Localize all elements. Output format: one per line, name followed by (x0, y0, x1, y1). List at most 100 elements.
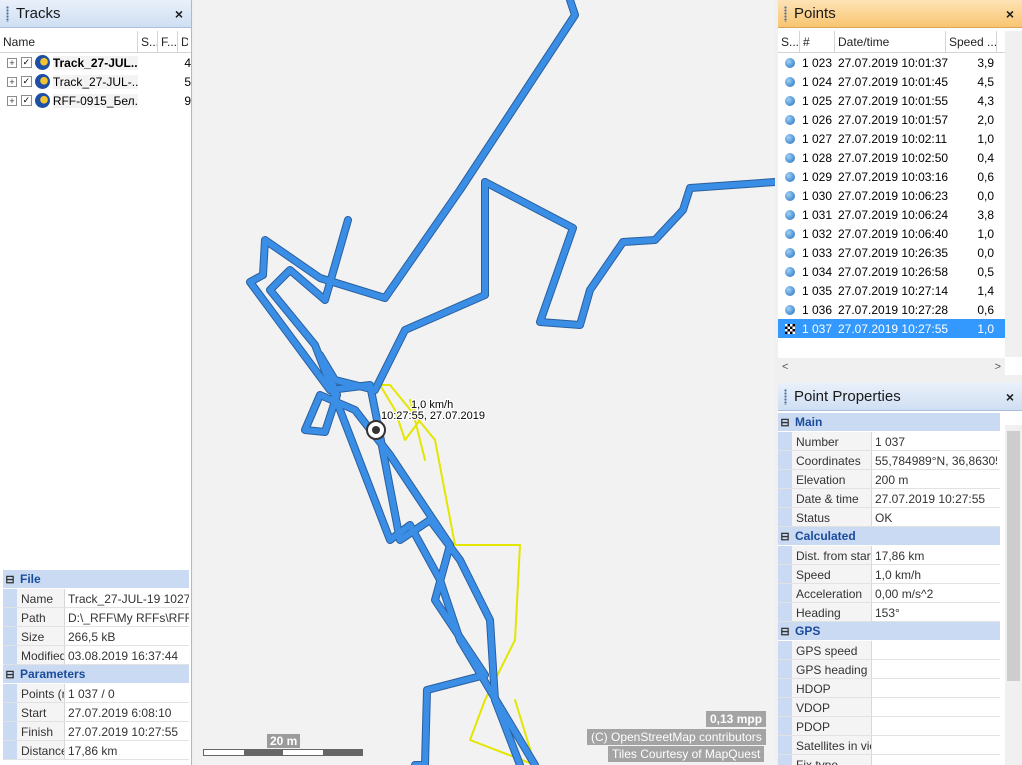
point-row[interactable]: 1 035 27.07.2019 10:27:14 1,4 (778, 281, 1022, 300)
col-f[interactable]: F... (158, 31, 178, 52)
category-gps[interactable]: ⊟ GPS (778, 622, 1000, 641)
point-row[interactable]: 1 033 27.07.2019 10:26:35 0,0 (778, 243, 1022, 262)
property-row[interactable]: Dist. from start 17,86 km (778, 546, 1000, 565)
property-value[interactable] (872, 660, 997, 678)
scroll-right-icon[interactable]: > (995, 361, 1001, 373)
point-row[interactable]: 1 032 27.07.2019 10:06:40 1,0 (778, 224, 1022, 243)
point-row[interactable]: 1 027 27.07.2019 10:02:11 1,0 (778, 129, 1022, 148)
collapse-icon[interactable]: ⊟ (778, 530, 792, 543)
visible-checkbox[interactable]: ✓ (20, 57, 32, 68)
property-value[interactable]: 0,00 m/s^2 (872, 584, 997, 602)
property-value[interactable]: 27.07.2019 10:27:55 (65, 722, 189, 740)
property-value[interactable]: 55,784989°N, 36,863057 (872, 451, 997, 469)
property-row[interactable]: Name Track_27-JUL-19 10275 (3, 589, 189, 608)
property-row[interactable]: PDOP (778, 717, 1000, 736)
property-value[interactable]: 200 m (872, 470, 997, 488)
property-value[interactable] (872, 755, 997, 765)
map-view[interactable]: 1,0 km/h 10:27:55, 27.07.2019 0,13 mpp (… (195, 0, 775, 765)
property-row[interactable]: Modified 03.08.2019 16:37:44 (3, 646, 189, 665)
point-row[interactable]: 1 031 27.07.2019 10:06:24 3,8 (778, 205, 1022, 224)
track-row[interactable]: + ✓ Track_27-JUL-... 5 (0, 72, 191, 91)
point-row[interactable]: 1 028 27.07.2019 10:02:50 0,4 (778, 148, 1022, 167)
point-row[interactable]: 1 029 27.07.2019 10:03:16 0,6 (778, 167, 1022, 186)
expand-icon[interactable]: + (7, 95, 17, 106)
col-status[interactable]: S... (778, 31, 800, 52)
col-s[interactable]: S... (138, 31, 158, 52)
property-row[interactable]: Coordinates 55,784989°N, 36,863057 (778, 451, 1000, 470)
col-datetime[interactable]: Date/time (835, 31, 946, 52)
property-row[interactable]: HDOP (778, 679, 1000, 698)
property-row[interactable]: VDOP (778, 698, 1000, 717)
property-value[interactable] (872, 679, 997, 697)
position-marker[interactable] (366, 420, 386, 440)
category-calculated[interactable]: ⊟ Calculated (778, 527, 1000, 546)
point-row[interactable]: 1 036 27.07.2019 10:27:28 0,6 (778, 300, 1022, 319)
property-row[interactable]: Acceleration 0,00 m/s^2 (778, 584, 1000, 603)
property-value[interactable]: D:\_RFF\My RFFs\RFF- (65, 608, 189, 626)
points-vscroll[interactable] (1005, 31, 1022, 357)
expand-icon[interactable]: + (7, 57, 17, 68)
point-row[interactable]: 1 026 27.07.2019 10:01:57 2,0 (778, 110, 1022, 129)
collapse-icon[interactable]: ⊟ (778, 625, 792, 638)
property-row[interactable]: Number 1 037 (778, 432, 1000, 451)
category-parameters[interactable]: ⊟ Parameters (3, 665, 189, 684)
point-row[interactable]: 1 023 27.07.2019 10:01:37 3,9 (778, 53, 1022, 72)
property-value[interactable]: 03.08.2019 16:37:44 (65, 646, 189, 664)
property-row[interactable]: GPS heading (778, 660, 1000, 679)
property-row[interactable]: Status OK (778, 508, 1000, 527)
visible-checkbox[interactable]: ✓ (20, 76, 32, 87)
property-value[interactable]: 27.07.2019 6:08:10 (65, 703, 189, 721)
property-value[interactable]: 1,0 km/h (872, 565, 997, 583)
property-row[interactable]: Distance 17,86 km (3, 741, 189, 760)
property-value[interactable]: 1 037 (872, 432, 997, 450)
property-value[interactable] (872, 717, 997, 735)
property-value[interactable]: 1 037 / 0 (65, 684, 189, 702)
property-row[interactable]: Speed 1,0 km/h (778, 565, 1000, 584)
property-value[interactable]: 17,86 km (872, 546, 997, 564)
property-row[interactable]: Size 266,5 kB (3, 627, 189, 646)
grip-icon[interactable] (784, 388, 787, 405)
expand-icon[interactable]: + (7, 76, 17, 87)
point-row[interactable]: 1 025 27.07.2019 10:01:55 4,3 (778, 91, 1022, 110)
point-row[interactable]: 1 024 27.07.2019 10:01:45 4,5 (778, 72, 1022, 91)
property-row[interactable]: Date & time 27.07.2019 10:27:55 (778, 489, 1000, 508)
scroll-thumb[interactable] (1007, 431, 1020, 681)
property-row[interactable]: GPS speed (778, 641, 1000, 660)
property-value[interactable]: 17,86 km (65, 741, 189, 759)
point-row[interactable]: 1 034 27.07.2019 10:26:58 0,5 (778, 262, 1022, 281)
property-row[interactable]: Fix type (778, 755, 1000, 765)
close-icon[interactable]: × (1006, 6, 1014, 22)
collapse-icon[interactable]: ⊟ (3, 573, 17, 586)
property-row[interactable]: Finish 27.07.2019 10:27:55 (3, 722, 189, 741)
category-main[interactable]: ⊟ Main (778, 413, 1000, 432)
property-row[interactable]: Start 27.07.2019 6:08:10 (3, 703, 189, 722)
close-icon[interactable]: × (175, 6, 183, 22)
track-row[interactable]: + ✓ RFF-0915_Бел... 9 (0, 91, 191, 110)
property-row[interactable]: Path D:\_RFF\My RFFs\RFF- (3, 608, 189, 627)
collapse-icon[interactable]: ⊟ (778, 416, 792, 429)
scroll-left-icon[interactable]: < (782, 361, 788, 373)
visible-checkbox[interactable]: ✓ (20, 95, 32, 106)
col-number[interactable]: # (800, 31, 835, 52)
property-value[interactable]: 27.07.2019 10:27:55 (872, 489, 997, 507)
point-row[interactable]: 1 037 27.07.2019 10:27:55 1,0 (778, 319, 1022, 338)
property-value[interactable]: OK (872, 508, 997, 526)
map-canvas[interactable]: 1,0 km/h 10:27:55, 27.07.2019 (195, 0, 775, 765)
grip-icon[interactable] (6, 5, 9, 22)
grip-icon[interactable] (784, 5, 787, 22)
points-hscroll[interactable]: < > (778, 358, 1005, 375)
col-speed[interactable]: Speed ... (946, 31, 997, 52)
property-value[interactable]: Track_27-JUL-19 10275 (65, 589, 189, 607)
property-row[interactable]: Satellites in vie (778, 736, 1000, 755)
property-value[interactable]: 266,5 kB (65, 627, 189, 645)
property-row[interactable]: Elevation 200 m (778, 470, 1000, 489)
property-row[interactable]: Points (r 1 037 / 0 (3, 684, 189, 703)
property-value[interactable] (872, 698, 997, 716)
close-icon[interactable]: × (1006, 389, 1014, 405)
col-name[interactable]: Name (0, 31, 138, 52)
point-row[interactable]: 1 030 27.07.2019 10:06:23 0,0 (778, 186, 1022, 205)
collapse-icon[interactable]: ⊟ (3, 668, 17, 681)
property-value[interactable] (872, 641, 997, 659)
track-row[interactable]: + ✓ Track_27-JUL... 4 (0, 53, 191, 72)
property-value[interactable]: 153° (872, 603, 997, 621)
